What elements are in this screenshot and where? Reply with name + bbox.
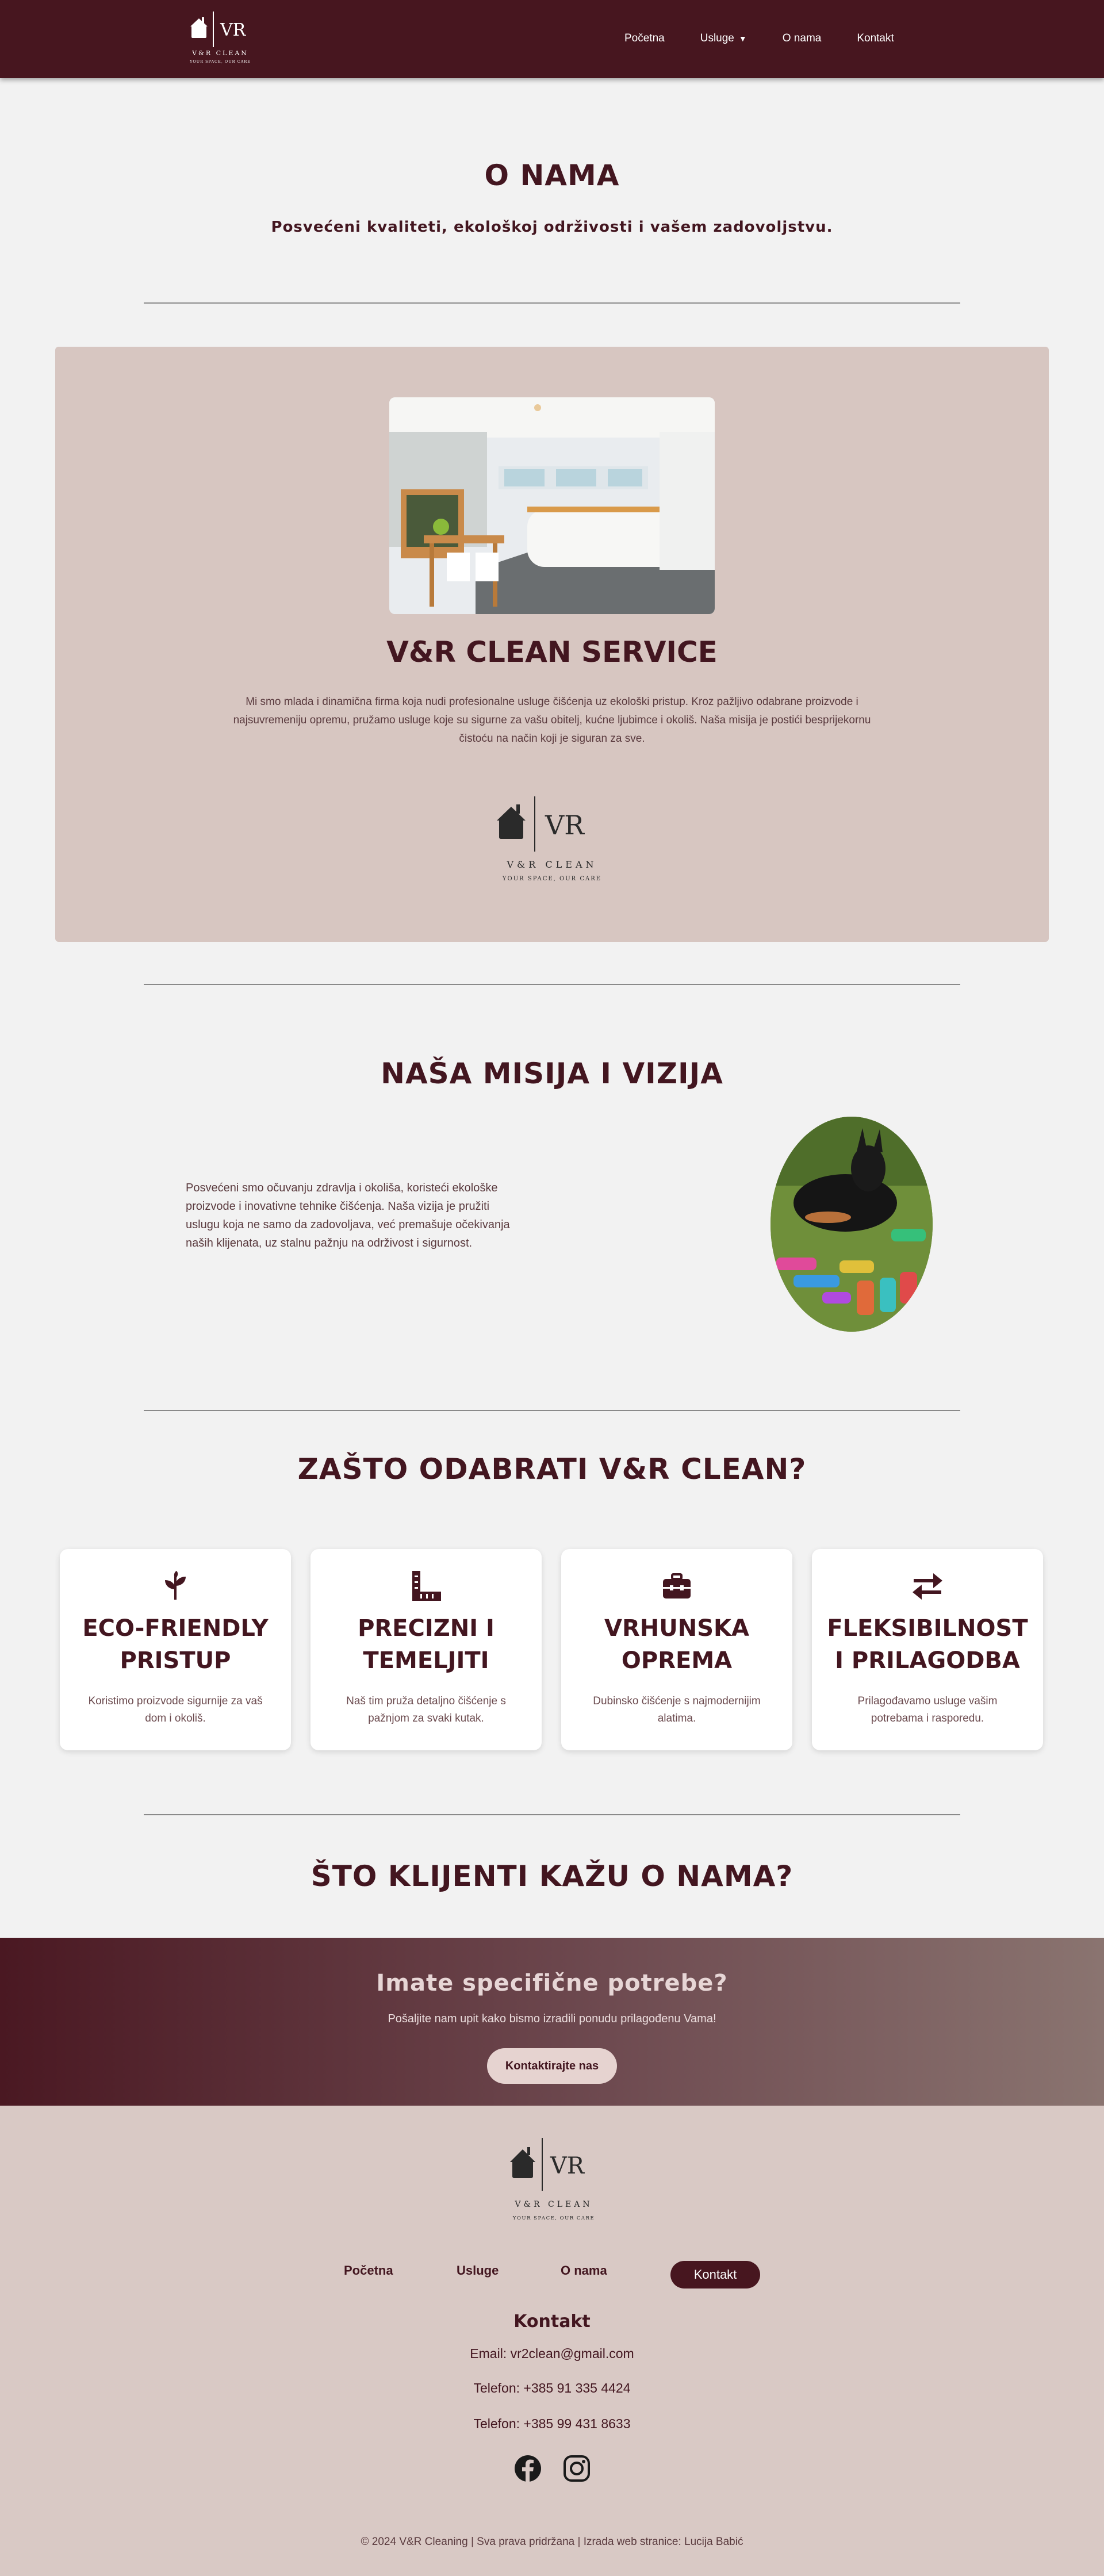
mission-title: NAŠA MISIJA I VIZIJA xyxy=(381,1057,723,1090)
footer-link-usluge[interactable]: Usluge xyxy=(457,2263,499,2278)
feature-description: Dubinsko čišćenje s najmodernijim alatim… xyxy=(593,1695,761,1724)
cta-banner: Imate specifične potrebe? Pošaljite nam … xyxy=(0,1938,1104,2106)
feature-card: FLEKSIBILNOST I PRILAGODBA Prilagođavamo… xyxy=(812,1549,1043,1750)
main-nav: Početna Usluge ▼ O nama Kontakt xyxy=(624,32,930,45)
logo-tagline: YOUR SPACE, OUR CARE xyxy=(512,2215,595,2221)
leaf-icon xyxy=(165,1571,186,1600)
logo-name: V&R CLEAN xyxy=(506,859,597,870)
about-text: Mi smo mlada i dinamična firma koja nudi… xyxy=(233,696,871,745)
mission-text: Posvećeni smo očuvanju zdravlja i okoliš… xyxy=(186,1182,510,1249)
feature-card: VRHUNSKA OPREMA Dubinsko čišćenje s najm… xyxy=(561,1549,792,1750)
page-subtitle: Posvećeni kvaliteti, ekološkoj održivost… xyxy=(271,218,833,236)
feature-description: Naš tim pruža detaljno čišćenje s pažnjo… xyxy=(346,1695,506,1724)
brand-logo-dark[interactable]: VR V&R CLEAN YOUR SPACE, OUR CARE xyxy=(504,2136,603,2229)
arrows-exchange-icon xyxy=(913,1573,942,1600)
footer: VR V&R CLEAN YOUR SPACE, OUR CARE Početn… xyxy=(0,2106,1104,2576)
feature-title: FLEKSIBILNOST I PRILAGODBA xyxy=(827,1615,1028,1674)
cta-title: Imate specifične potrebe? xyxy=(376,1970,728,1996)
logo-name: V&R CLEAN xyxy=(191,49,248,57)
feature-card: PRECIZNI I TEMELJITI Naš tim pruža detal… xyxy=(310,1549,542,1750)
footer-link-pocetna[interactable]: Početna xyxy=(344,2263,393,2278)
logo-letters: VR xyxy=(550,2153,585,2179)
feature-description: Koristimo proizvode sigurnije za vaš dom… xyxy=(88,1695,263,1724)
brand-logo[interactable]: VR V&R CLEAN YOUR SPACE, OUR CARE xyxy=(186,8,255,66)
contact-us-button[interactable]: Kontaktirajte nas xyxy=(487,2048,617,2084)
nav-link-kontakt[interactable]: Kontakt xyxy=(857,32,894,45)
footer-contact-title: Kontakt xyxy=(513,2312,591,2332)
divider xyxy=(144,1814,960,1815)
navbar: VR V&R CLEAN YOUR SPACE, OUR CARE Početn… xyxy=(0,0,1104,78)
cta-text: Pošaljite nam upit kako bismo izradili p… xyxy=(388,2012,716,2025)
page-title: O NAMA xyxy=(484,159,620,192)
ruler-icon xyxy=(412,1571,441,1601)
dog-image xyxy=(770,1117,933,1332)
testimonials-title: ŠTO KLIJENTI KAŽU O NAMA? xyxy=(310,1860,793,1893)
logo-tagline: YOUR SPACE, OUR CARE xyxy=(502,876,601,882)
footer-phone[interactable]: Telefon: +385 99 431 8633 xyxy=(0,2416,1104,2432)
divider xyxy=(144,1410,960,1411)
toolbox-icon xyxy=(663,1573,691,1598)
about-title: V&R CLEAN SERVICE xyxy=(386,635,718,669)
divider xyxy=(144,984,960,985)
nav-link-usluge[interactable]: Usluge ▼ xyxy=(700,32,747,45)
chevron-down-icon: ▼ xyxy=(738,34,747,43)
facebook-icon[interactable] xyxy=(513,2454,542,2483)
feature-title: ECO-FRIENDLY PRISTUP xyxy=(82,1615,269,1674)
logo-letters: VR xyxy=(220,20,247,40)
logo-name: V&R CLEAN xyxy=(514,2200,592,2209)
nav-link-pocetna[interactable]: Početna xyxy=(624,32,665,45)
feature-card: ECO-FRIENDLY PRISTUP Koristimo proizvode… xyxy=(60,1549,291,1750)
footer-phone[interactable]: Telefon: +385 91 335 4424 xyxy=(0,2380,1104,2396)
about-card: V&R CLEAN SERVICE Mi smo mlada i dinamič… xyxy=(55,347,1049,942)
copyright-text: © 2024 V&R Cleaning | Sva prava pridržan… xyxy=(361,2536,743,2548)
kitchen-image xyxy=(389,397,715,614)
footer-link-o-nama[interactable]: O nama xyxy=(561,2263,607,2278)
nav-link-o-nama[interactable]: O nama xyxy=(783,32,822,45)
feature-description: Prilagođavamo usluge vašim potrebama i r… xyxy=(857,1695,998,1724)
why-title: ZAŠTO ODABRATI V&R CLEAN? xyxy=(297,1452,807,1486)
logo-letters: VR xyxy=(545,810,585,841)
divider xyxy=(144,302,960,304)
logo-tagline: YOUR SPACE, OUR CARE xyxy=(189,59,251,64)
footer-email[interactable]: Email: vr2clean@gmail.com xyxy=(0,2346,1104,2362)
instagram-icon[interactable] xyxy=(562,2454,591,2483)
nav-link-usluge-label: Usluge xyxy=(700,32,734,44)
feature-title: PRECIZNI I TEMELJITI xyxy=(358,1615,494,1674)
feature-title: VRHUNSKA OPREMA xyxy=(604,1615,749,1674)
footer-contact-button[interactable]: Kontakt xyxy=(670,2261,760,2288)
brand-logo-dark: VR V&R CLEAN YOUR SPACE, OUR CARE xyxy=(497,796,601,882)
